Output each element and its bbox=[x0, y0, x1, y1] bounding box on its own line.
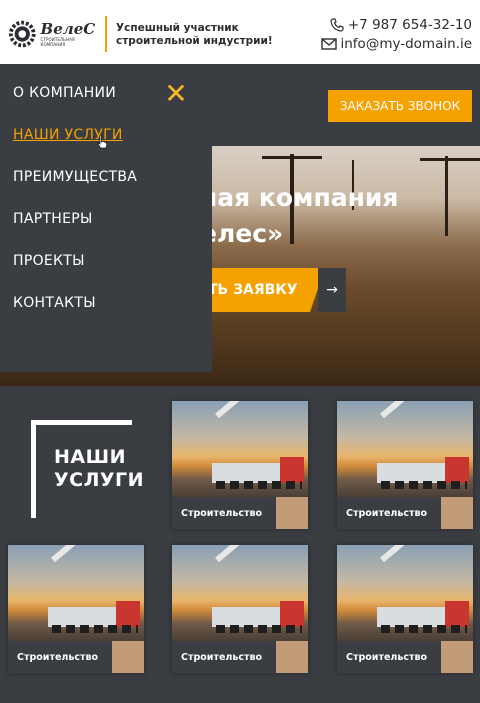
menu-item-projects[interactable]: ПРОЕКТЫ bbox=[13, 253, 85, 269]
company-logo[interactable]: ВелеС СТРОИТЕЛЬНАЯ КОМПАНИЯ bbox=[8, 18, 98, 50]
service-card[interactable]: Строительство bbox=[337, 545, 473, 673]
tagline-line-1: Успешный участник bbox=[116, 22, 239, 34]
phone-number: +7 987 654-32-10 bbox=[347, 17, 472, 33]
site-header: ВелеС СТРОИТЕЛЬНАЯ КОМПАНИЯ Успешный уча… bbox=[0, 0, 480, 64]
logo-subtitle: СТРОИТЕЛЬНАЯ КОМПАНИЯ bbox=[40, 36, 75, 47]
phone-link[interactable]: +7 987 654-32-10 bbox=[330, 17, 472, 33]
logo-gear-icon bbox=[8, 20, 36, 48]
menu-item-partners[interactable]: ПАРТНЕРЫ bbox=[13, 211, 93, 227]
services-heading: НАШИ УСЛУГИ bbox=[54, 446, 144, 492]
service-card[interactable]: Строительство bbox=[172, 545, 308, 673]
crane-image bbox=[337, 401, 473, 497]
email-link[interactable]: info@my-domain.ie bbox=[320, 36, 473, 52]
phone-icon bbox=[330, 18, 344, 32]
header-tagline: Успешный участник строительной индустрии… bbox=[116, 22, 296, 48]
services-heading-line-1: НАШИ bbox=[54, 446, 126, 468]
header-divider bbox=[105, 16, 107, 52]
arrow-right-icon[interactable]: → bbox=[318, 268, 346, 312]
submit-request-button[interactable]: ТЬ ЗАЯВКУ bbox=[200, 268, 325, 312]
hero-title: ная компания елес» bbox=[200, 180, 398, 252]
hand-cursor-icon bbox=[97, 134, 108, 149]
menu-item-contacts[interactable]: КОНТАКТЫ bbox=[13, 295, 96, 311]
services-heading-line-2: УСЛУГИ bbox=[54, 469, 145, 491]
hero-title-line-2: елес» bbox=[200, 219, 284, 248]
service-card-label: Строительство bbox=[337, 641, 441, 673]
order-call-button[interactable]: ЗАКАЗАТЬ ЗВОНОК bbox=[328, 90, 472, 122]
service-card-label: Строительство bbox=[172, 641, 276, 673]
service-card[interactable]: Строительство bbox=[172, 401, 308, 529]
crane-image bbox=[172, 401, 308, 497]
crane-image bbox=[172, 545, 308, 641]
hero-title-line-1: ная компания bbox=[200, 183, 399, 212]
tagline-line-2: строительной индустрии! bbox=[116, 35, 273, 47]
service-card[interactable]: Строительство bbox=[337, 401, 473, 529]
crane-image bbox=[8, 545, 144, 641]
close-menu-icon[interactable]: ✕ bbox=[162, 80, 190, 108]
logo-name: ВелеС bbox=[40, 19, 96, 38]
menu-item-about[interactable]: О КОМПАНИИ bbox=[13, 85, 116, 101]
email-address: info@my-domain.ie bbox=[340, 36, 473, 52]
service-card-label: Строительство bbox=[172, 497, 276, 529]
mail-icon bbox=[320, 38, 337, 50]
menu-item-advantages[interactable]: ПРЕИМУЩЕСТВА bbox=[13, 169, 137, 185]
crane-image bbox=[337, 545, 473, 641]
service-card-label: Строительство bbox=[8, 641, 112, 673]
service-card[interactable]: Строительство bbox=[8, 545, 144, 673]
service-card-label: Строительство bbox=[337, 497, 441, 529]
